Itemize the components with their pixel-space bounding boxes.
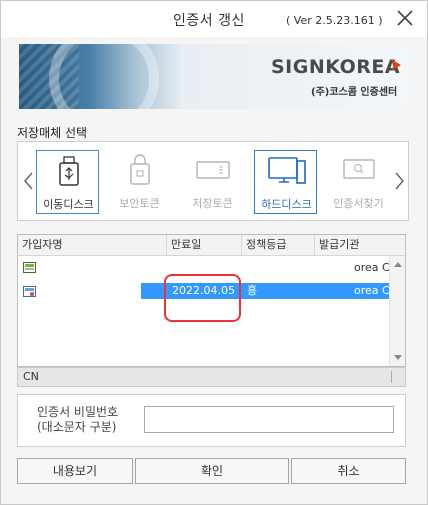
monitor-icon	[255, 151, 318, 191]
ok-button[interactable]: 확인	[135, 458, 289, 484]
password-label-line2: (대소문자 구분)	[37, 420, 117, 434]
table-vertical-scrollbar[interactable]	[389, 256, 405, 366]
brand-subtitle: (주)코스콤 인증센터	[311, 87, 398, 98]
cell-issuer: orea C	[354, 261, 390, 274]
status-divider	[391, 371, 392, 383]
password-label-line1: 인증서 비밀번호	[37, 405, 119, 419]
cell-issuer: orea C	[354, 284, 390, 297]
title-bar: 인증서 갱신 ( Ver 2.5.23.161 )	[1, 1, 427, 37]
storage-media-selector: 이동디스크 보안토큰 저장토큰 하드디스크 인증서찾기	[17, 141, 409, 221]
scroll-down-icon[interactable]	[394, 355, 402, 361]
media-storage-token[interactable]: 저장토큰	[181, 150, 244, 214]
password-label: 인증서 비밀번호 (대소문자 구분)	[37, 405, 118, 435]
close-icon	[397, 10, 413, 26]
brand-logo-text: SIGNKOREA	[271, 56, 401, 78]
certificate-renewal-dialog: 인증서 갱신 ( Ver 2.5.23.161 ) SIGNKOREA (주)코…	[0, 0, 428, 505]
password-input[interactable]	[144, 406, 394, 433]
media-label: 보안토큰	[119, 197, 160, 210]
row-name-mask	[18, 283, 141, 299]
usb-drive-icon	[37, 151, 100, 191]
close-button[interactable]	[394, 7, 416, 29]
window-title: 인증서 갱신	[173, 13, 245, 29]
media-hard-disk[interactable]: 하드디스크	[254, 150, 317, 214]
cancel-button[interactable]: 취소	[291, 458, 406, 484]
certificate-dn-bar: CN	[17, 367, 406, 387]
table-header: 가입자명 만료일 정책등급 발급기관	[18, 235, 405, 256]
version-label: ( Ver 2.5.23.161 )	[286, 14, 383, 27]
view-details-button[interactable]: 내용보기	[17, 458, 133, 484]
chevron-left-icon	[24, 172, 33, 190]
media-find-certificate[interactable]: 인증서찾기	[327, 150, 390, 214]
brand-arrow-icon	[391, 59, 401, 71]
certificate-icon	[23, 286, 36, 297]
chevron-right-icon	[395, 172, 404, 190]
media-label: 인증서찾기	[333, 197, 384, 210]
storage-token-icon	[181, 150, 244, 190]
media-label: 이동디스크	[43, 198, 94, 211]
media-scroll-right-button[interactable]	[392, 170, 406, 192]
certificate-icon	[23, 262, 36, 273]
find-certificate-icon	[327, 150, 390, 190]
security-token-icon	[108, 150, 171, 190]
password-section: 인증서 비밀번호 (대소문자 구분)	[17, 394, 406, 447]
cell-policy: 흥	[247, 284, 258, 297]
column-header-policy[interactable]: 정책등급	[242, 235, 315, 256]
column-header-subscriber[interactable]: 가입자명	[18, 235, 167, 256]
annotation-highlight-ring	[164, 274, 241, 322]
media-scroll-left-button[interactable]	[22, 170, 36, 192]
media-removable-disk[interactable]: 이동디스크	[36, 150, 99, 214]
media-label: 저장토큰	[192, 197, 233, 210]
banner-ring	[49, 44, 159, 109]
column-header-expiry[interactable]: 만료일	[167, 235, 242, 256]
column-header-issuer[interactable]: 발급기관	[315, 235, 389, 256]
media-label: 하드디스크	[261, 198, 312, 211]
signkorea-banner: SIGNKOREA (주)코스콤 인증센터	[19, 44, 409, 109]
scroll-up-icon[interactable]	[394, 261, 402, 267]
storage-section-label: 저장매체 선택	[17, 126, 88, 140]
media-security-token[interactable]: 보안토큰	[108, 150, 171, 214]
certificate-dn-text: CN	[23, 370, 39, 383]
